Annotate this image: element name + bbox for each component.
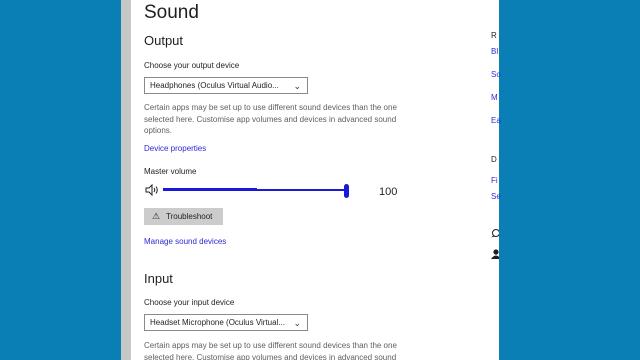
window-left-edge xyxy=(121,0,131,360)
output-device-value: Headphones (Oculus Virtual Audio... xyxy=(150,81,279,90)
settings-window: Sound Output Choose your output device H… xyxy=(131,0,499,360)
related-link-1[interactable]: Bl xyxy=(491,47,498,56)
second-link-2[interactable]: Se xyxy=(491,192,501,201)
troubleshoot-button[interactable]: ⚠ Troubleshoot xyxy=(144,208,223,225)
master-volume-label: Master volume xyxy=(144,167,197,176)
related-link-2[interactable]: So xyxy=(491,70,501,79)
volume-slider-track xyxy=(163,189,349,191)
input-help-text: Certain apps may be set up to use differ… xyxy=(144,341,397,360)
input-device-value: Headset Microphone (Oculus Virtual... xyxy=(150,318,286,327)
chevron-down-icon: ⌄ xyxy=(293,81,301,91)
output-device-dropdown[interactable]: Headphones (Oculus Virtual Audio... ⌄ xyxy=(144,77,308,94)
related-link-4[interactable]: Ea xyxy=(491,116,501,125)
manage-sound-devices-link[interactable]: Manage sound devices xyxy=(144,237,226,246)
warning-icon: ⚠ xyxy=(152,211,161,221)
input-heading: Input xyxy=(144,271,173,286)
volume-value: 100 xyxy=(379,186,398,198)
volume-slider-highlight xyxy=(163,188,257,189)
second-section-heading: D xyxy=(491,155,497,164)
page-title: Sound xyxy=(144,2,199,23)
second-link-1[interactable]: Fi xyxy=(491,176,498,185)
feedback-icon[interactable] xyxy=(491,249,499,259)
speaker-icon[interactable] xyxy=(145,184,159,196)
troubleshoot-label: Troubleshoot xyxy=(166,212,213,221)
related-link-3[interactable]: M xyxy=(491,93,498,102)
chevron-down-icon: ⌄ xyxy=(293,318,301,328)
help-icon[interactable] xyxy=(491,229,499,238)
related-settings-heading: R xyxy=(491,31,497,40)
output-device-label: Choose your output device xyxy=(144,61,240,70)
master-volume-slider[interactable] xyxy=(163,184,349,198)
output-help-text: Certain apps may be set up to use differ… xyxy=(144,103,397,135)
input-device-dropdown[interactable]: Headset Microphone (Oculus Virtual... ⌄ xyxy=(144,314,308,331)
input-device-label: Choose your input device xyxy=(144,298,235,307)
output-heading: Output xyxy=(144,33,184,48)
device-properties-link[interactable]: Device properties xyxy=(144,144,206,153)
volume-slider-thumb[interactable] xyxy=(344,184,349,198)
